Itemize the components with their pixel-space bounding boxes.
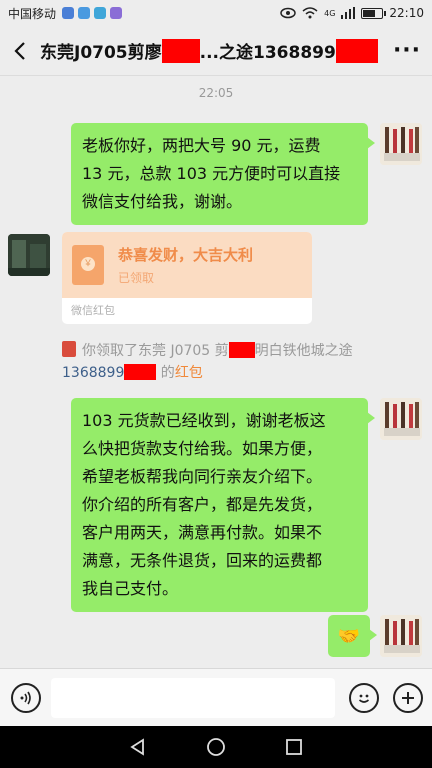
back-nav-icon[interactable] (129, 738, 147, 756)
handshake-icon: 🤝 (337, 625, 361, 647)
emoji-button[interactable] (349, 682, 379, 713)
chat-title-part2: ...之途1368899 (199, 43, 336, 63)
back-button[interactable] (0, 26, 40, 76)
battery-icon (361, 7, 387, 19)
chat-title: 东莞J0705剪廖 ...之途1368899 (40, 38, 378, 63)
system-nav-bar (0, 726, 432, 768)
red-packet-small-icon (62, 341, 76, 357)
more-options-button[interactable]: ··· (382, 38, 432, 63)
message-line: 满意，无条件退货，回来的运费都 (82, 551, 323, 570)
eye-icon (280, 7, 296, 19)
sent-message-bubble[interactable]: 老板你好，两把大号 90 元，运费 13 元，总款 103 元方便时可以直接 微… (71, 123, 375, 225)
chevron-left-icon (14, 41, 25, 60)
my-avatar[interactable] (380, 615, 422, 657)
voice-icon (20, 691, 31, 704)
red-packet-card[interactable]: ￥ 恭喜发财，大吉大利 已领取 微信红包 (62, 232, 312, 324)
clock: 22:10 (389, 6, 424, 20)
tool-app-icon (94, 7, 107, 19)
red-packet-link[interactable]: 红包 (175, 365, 203, 381)
notice-text: 你领取了东莞 J0705 剪 (82, 343, 229, 359)
scissors-photo-icon (380, 123, 422, 165)
message-line: 老板你好，两把大号 90 元，运费 (82, 136, 321, 155)
message-input[interactable] (51, 677, 335, 718)
emoji-icon (358, 694, 370, 703)
signal-icon (341, 7, 356, 19)
plus-icon (402, 691, 414, 704)
home-nav-icon[interactable] (206, 737, 226, 757)
redaction-block (228, 342, 255, 358)
app-store-icon (78, 7, 91, 19)
chat-title-bar: 东莞J0705剪廖 ...之途1368899 ··· (0, 26, 432, 76)
status-bar: 中国移动 4G 22:10 (0, 0, 432, 26)
message-line: 微信支付给我，谢谢。 (82, 192, 243, 211)
purple-app-icon (110, 7, 123, 19)
message-line: 13 元，总款 103 元方便时可以直接 (82, 164, 341, 183)
message-line: 103 元货款已经收到，谢谢老板这 (82, 411, 326, 430)
redaction-block (161, 38, 200, 63)
contact-photo-icon (8, 234, 50, 276)
red-packet-title: 恭喜发财，大吉大利 (118, 246, 254, 264)
red-envelope-seal: ￥ (81, 257, 95, 271)
message-line: 你介绍的所有客户，都是先发货， (82, 495, 323, 514)
red-packet-status: 已领取 (118, 271, 155, 285)
my-avatar[interactable] (380, 398, 422, 440)
message-line: 我自己支付。 (82, 579, 179, 598)
message-input-bar (0, 668, 432, 726)
message-line: 希望老板帮我向同行亲友介绍下。 (82, 467, 323, 486)
sent-message-bubble[interactable]: 103 元货款已经收到，谢谢老板这 么快把货款支付给我。如果方便， 希望老板帮我… (71, 398, 375, 612)
carrier-label: 中国移动 (8, 6, 57, 21)
voice-button[interactable] (11, 682, 41, 713)
my-avatar[interactable] (380, 123, 422, 165)
network-type: 4G (324, 8, 336, 18)
chat-title-part1: 东莞J0705剪廖 (40, 43, 162, 63)
notice-text: 1368899 (62, 365, 125, 381)
chat-timestamp: 22:05 (198, 86, 234, 100)
redaction-block (124, 364, 157, 380)
recents-nav-icon[interactable] (285, 738, 303, 756)
redaction-block (335, 38, 378, 63)
wifi-icon (302, 7, 318, 19)
notice-text: 明白铁他城之途 (254, 343, 353, 359)
message-line: 客户用两天，满意再付款。如果不 (82, 523, 323, 542)
scissors-photo-icon (380, 398, 422, 440)
contact-avatar[interactable] (8, 234, 50, 276)
sent-emoji-bubble[interactable]: 🤝 (328, 615, 377, 657)
message-line: 么快把货款支付给我。如果方便， (82, 439, 323, 458)
red-packet-label: 微信红包 (71, 304, 115, 317)
red-packet-header: ￥ 恭喜发财，大吉大利 已领取 (62, 232, 312, 298)
scissors-photo-icon (380, 615, 422, 657)
notice-text: 的 (156, 365, 175, 381)
red-envelope-icon: ￥ (72, 245, 104, 285)
red-packet-notice: 你领取了东莞 J0705 剪 明白铁他城之途 1368899 的红包 (62, 340, 392, 384)
shield-app-icon (62, 7, 75, 19)
plus-button[interactable] (393, 682, 423, 713)
